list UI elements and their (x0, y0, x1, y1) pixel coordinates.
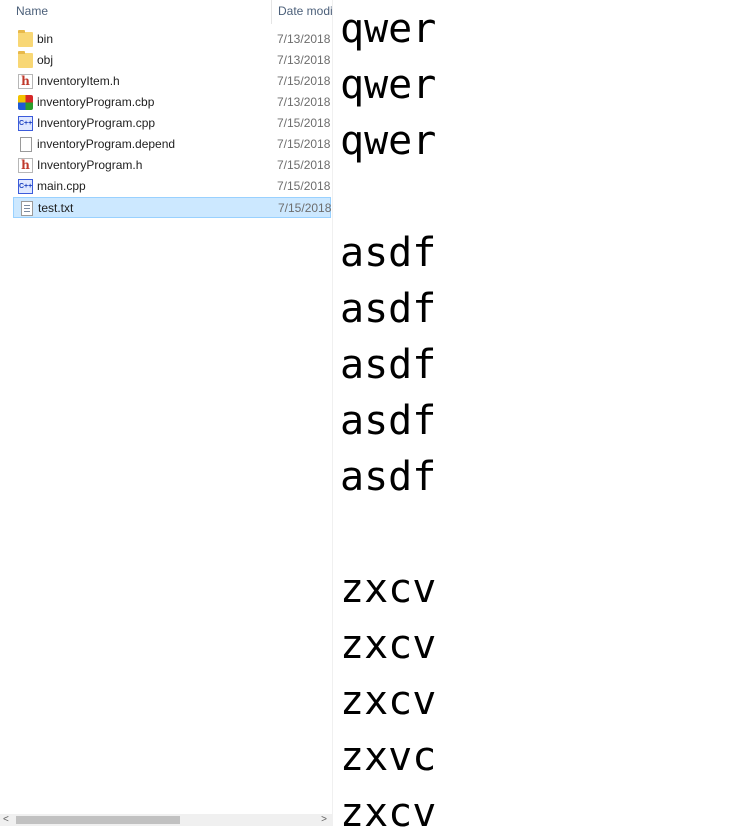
sort-chevron-icon: ^ (136, 0, 141, 3)
cpp-file-icon: C++ (18, 179, 33, 194)
file-name: main.cpp (37, 179, 86, 193)
text-line: asdf (340, 230, 437, 276)
codeblocks-project-icon (18, 95, 33, 110)
text-line: qwer (340, 62, 437, 108)
text-line: zxcv (340, 678, 437, 724)
file-date-modified: 7/15/2018 (277, 74, 331, 88)
text-line: qwer (340, 6, 437, 52)
text-file-icon (21, 201, 33, 216)
file-row[interactable]: test.txt 7/15/2018 (13, 197, 331, 218)
text-editor-pane[interactable]: qwer qwer qwer asdf asdf asdf asdf asdf zxcv zxcv… (333, 0, 750, 833)
text-line: asdf (340, 454, 437, 500)
file-row[interactable]: obj 7/13/2018 (13, 50, 331, 71)
file-row[interactable]: C++ main.cpp 7/15/2018 (13, 176, 331, 197)
scrollbar-thumb[interactable] (16, 816, 180, 824)
scroll-left-arrow-icon[interactable]: < (3, 814, 9, 826)
file-date-modified: 7/13/2018 (277, 53, 331, 67)
file-name: InventoryProgram.h (37, 158, 143, 172)
file-row[interactable]: h InventoryProgram.h 7/15/2018 (13, 155, 331, 176)
text-line: zxcv (340, 790, 437, 836)
file-name: test.txt (38, 201, 74, 215)
file-date-modified: 7/15/2018 (278, 201, 332, 215)
file-name: inventoryProgram.cbp (37, 95, 155, 109)
cpp-file-icon: C++ (18, 116, 33, 131)
text-line: zxvc (340, 734, 437, 780)
header-file-icon: h (18, 158, 33, 173)
file-date-modified: 7/15/2018 (277, 158, 331, 172)
folder-icon (18, 30, 33, 47)
file-name: inventoryProgram.depend (37, 137, 176, 151)
file-explorer-pane: Name ^ Date modi bin 7/13/2018 obj 7/13/201… (0, 0, 333, 826)
file-date-modified: 7/15/2018 (277, 137, 331, 151)
text-line: zxcv (340, 622, 437, 668)
file-date-modified: 7/15/2018 (277, 179, 331, 193)
folder-icon (18, 51, 33, 68)
file-row[interactable]: bin 7/13/2018 (13, 29, 331, 50)
file-row[interactable]: inventoryProgram.cbp 7/13/2018 (13, 92, 331, 113)
horizontal-scrollbar[interactable]: < > (0, 814, 332, 826)
file-row[interactable]: C++ InventoryProgram.cpp 7/15/2018 (13, 113, 331, 134)
header-file-icon: h (18, 74, 33, 89)
file-date-modified: 7/13/2018 (277, 95, 331, 109)
blank-file-icon (20, 137, 32, 152)
text-line: asdf (340, 398, 437, 444)
scroll-right-arrow-icon[interactable]: > (321, 814, 327, 826)
text-line: asdf (340, 342, 437, 388)
file-date-modified: 7/13/2018 (277, 32, 331, 46)
file-name: bin (37, 32, 54, 46)
file-name: obj (37, 53, 54, 67)
date-modified-column-header[interactable]: Date modi (271, 0, 336, 24)
file-row[interactable]: inventoryProgram.depend 7/15/2018 (13, 134, 331, 155)
text-line: qwer (340, 118, 437, 164)
file-name: InventoryItem.h (37, 74, 120, 88)
text-line: zxcv (340, 566, 437, 612)
file-name: InventoryProgram.cpp (37, 116, 156, 130)
file-date-modified: 7/15/2018 (277, 116, 331, 130)
name-column-header[interactable]: Name (16, 0, 268, 24)
text-line: asdf (340, 286, 437, 332)
file-row[interactable]: h InventoryItem.h 7/15/2018 (13, 71, 331, 92)
